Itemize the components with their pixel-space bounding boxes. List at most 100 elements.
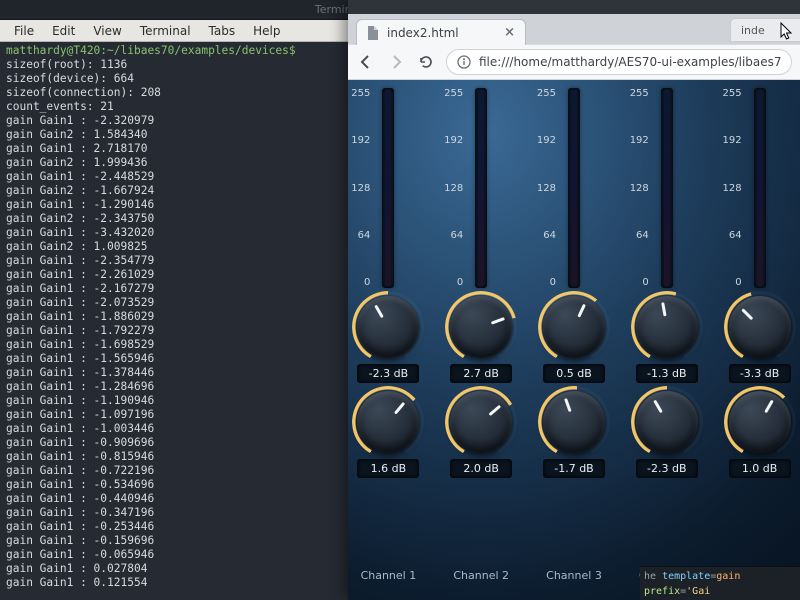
- meter-bar: [754, 88, 766, 288]
- channel-strip: 255 192 128 64 0 -2.3 dB 1.6 dB Channel 1: [348, 88, 435, 582]
- gain-knob-bottom[interactable]: [729, 391, 791, 453]
- meter-scale: 255 192 128 64 0: [716, 88, 742, 288]
- level-meter: 255 192 128 64 0: [622, 88, 711, 288]
- knob-arc-icon: [538, 386, 610, 458]
- gain-readout-top: 0.5 dB: [543, 364, 605, 383]
- gain-readout-bottom: 1.0 dB: [729, 459, 791, 478]
- meter-tick-label: 192: [348, 135, 370, 146]
- level-meter: 255 192 128 64 0: [715, 88, 800, 288]
- gain-knob-top[interactable]: [450, 296, 512, 358]
- browser-tab-active[interactable]: index2.html ×: [356, 19, 526, 45]
- gain-knob-top[interactable]: [357, 296, 419, 358]
- gain-readout-bottom: -1.7 dB: [543, 459, 605, 478]
- menu-file[interactable]: File: [6, 22, 42, 40]
- browser-toolbar: file:///home/matthardy/AES70-ui-examples…: [348, 44, 800, 80]
- channel-label: Channel 2: [453, 561, 509, 582]
- menu-tabs[interactable]: Tabs: [201, 22, 244, 40]
- browser-window: index2.html × inde file:///home/matthard…: [348, 0, 800, 600]
- gain-knob-top[interactable]: [543, 296, 605, 358]
- meter-scale: 255192128640: [437, 88, 463, 288]
- meter-tick-label: 128: [437, 183, 463, 194]
- document-icon: [367, 26, 379, 40]
- level-meter: 255 192 128 64 0: [348, 88, 433, 288]
- knob-arc-icon: [445, 386, 517, 458]
- browser-titlebar: [348, 0, 800, 14]
- gain-readout-bottom: 2.0 dB: [450, 459, 512, 478]
- channel-strip-container: 255 192 128 64 0 -2.3 dB 1.6 dB Channel 1 255 192…: [348, 88, 800, 582]
- reload-button[interactable]: [416, 52, 436, 72]
- menu-terminal[interactable]: Terminal: [132, 22, 199, 40]
- level-meter: 255192128640: [530, 88, 619, 288]
- channel-strip: 255192128640-1.3 dB-2.3 dBChannel 4: [620, 88, 713, 582]
- knob-arc-icon: [352, 386, 424, 458]
- gain-knob-top[interactable]: [729, 296, 791, 358]
- channel-strip: 2551921286402.7 dB2.0 dBChannel 2: [435, 88, 528, 582]
- app-viewport: 255 192 128 64 0 -2.3 dB 1.6 dB Channel 1 255 192…: [348, 80, 800, 600]
- address-bar[interactable]: file:///home/matthardy/AES70-ui-examples…: [446, 49, 792, 75]
- menu-edit[interactable]: Edit: [44, 22, 83, 40]
- menu-help[interactable]: Help: [245, 22, 288, 40]
- tab-close-icon[interactable]: ×: [504, 25, 515, 40]
- meter-scale: 255 192 128 64 0: [623, 88, 649, 288]
- meter-tick-label: 64: [623, 230, 649, 241]
- back-button[interactable]: [356, 52, 376, 72]
- channel-label: Channel 1: [361, 561, 417, 582]
- meter-tick-label: 255: [623, 88, 649, 99]
- meter-tick-label: 0: [348, 277, 370, 288]
- address-text: file:///home/matthardy/AES70-ui-examples…: [479, 55, 782, 69]
- meter-tick-label: 192: [530, 135, 556, 146]
- gain-readout-bottom: -2.3 dB: [636, 459, 698, 478]
- knob-arc-icon: [724, 386, 796, 458]
- meter-tick-label: 192: [623, 135, 649, 146]
- gain-knob-top[interactable]: [636, 296, 698, 358]
- meter-tick-label: 0: [716, 277, 742, 288]
- meter-tick-label: 128: [348, 183, 370, 194]
- menu-view[interactable]: View: [85, 22, 129, 40]
- browser-tab-title: index2.html: [387, 26, 459, 40]
- meter-tick-label: 128: [530, 183, 556, 194]
- knob-arc-icon: [538, 291, 610, 363]
- meter-tick-label: 64: [437, 230, 463, 241]
- meter-bar: [661, 88, 673, 288]
- mouse-cursor-icon: [780, 22, 794, 42]
- browser-tabstrip[interactable]: index2.html × inde: [348, 14, 800, 44]
- gain-readout-top: 2.7 dB: [450, 364, 512, 383]
- forward-button[interactable]: [386, 52, 406, 72]
- meter-tick-label: 128: [716, 183, 742, 194]
- gain-knob-bottom[interactable]: [543, 391, 605, 453]
- meter-tick-label: 0: [437, 277, 463, 288]
- gain-knob-bottom[interactable]: [357, 391, 419, 453]
- knob-arc-icon: [352, 291, 424, 363]
- meter-scale: 255 192 128 64 0: [348, 88, 370, 288]
- channel-strip: 2551921286400.5 dB-1.7 dBChannel 3: [528, 88, 621, 582]
- code-editor-fragment: he template=gain prefix='Gai nnel 5</spa…: [640, 566, 800, 600]
- meter-scale: 255192128640: [530, 88, 556, 288]
- meter-tick-label: 255: [530, 88, 556, 99]
- meter-tick-label: 255: [348, 88, 370, 99]
- gain-readout-top: -2.3 dB: [357, 364, 419, 383]
- knob-arc-icon: [445, 291, 517, 363]
- gain-readout-bottom: 1.6 dB: [357, 459, 419, 478]
- meter-tick-label: 0: [623, 277, 649, 288]
- meter-tick-label: 64: [348, 230, 370, 241]
- level-meter: 255192128640: [437, 88, 526, 288]
- meter-tick-label: 255: [716, 88, 742, 99]
- gain-knob-bottom[interactable]: [450, 391, 512, 453]
- meter-tick-label: 64: [716, 230, 742, 241]
- meter-bar: [382, 88, 394, 288]
- gain-readout-top: -3.3 dB: [729, 364, 791, 383]
- terminal-prompt: matthardy@T420:~/libaes70/examples/devic…: [6, 44, 296, 57]
- meter-tick-label: 192: [437, 135, 463, 146]
- arrow-right-icon: [388, 54, 404, 70]
- channel-label: Channel 3: [546, 561, 602, 582]
- meter-tick-label: 64: [530, 230, 556, 241]
- knob-arc-icon: [724, 291, 796, 363]
- meter-tick-label: 128: [623, 183, 649, 194]
- site-info-icon[interactable]: [457, 55, 471, 69]
- channel-strip: 255192128640-3.3 dB1.0 dBChannel 4: [713, 88, 800, 582]
- meter-bar: [475, 88, 487, 288]
- meter-bar: [568, 88, 580, 288]
- meter-tick-label: 192: [716, 135, 742, 146]
- gain-knob-bottom[interactable]: [636, 391, 698, 453]
- knob-arc-icon: [631, 386, 703, 458]
